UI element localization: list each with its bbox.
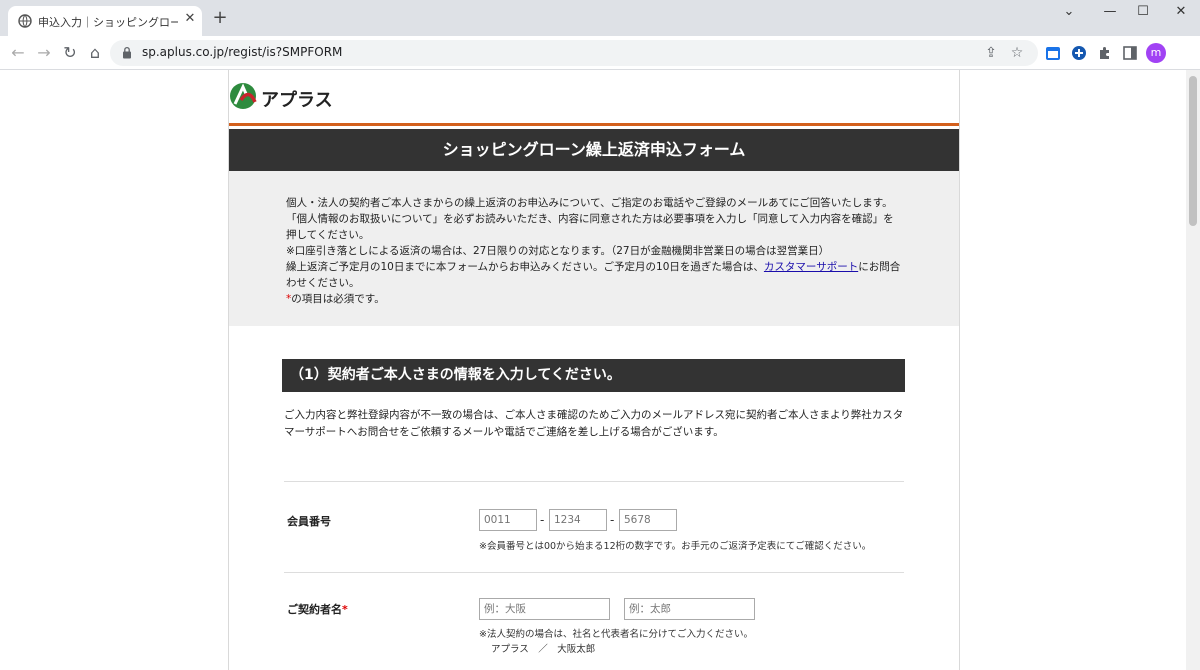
calendar-extension-icon[interactable]: [1044, 44, 1062, 62]
tab-close-icon[interactable]: ✕: [182, 11, 198, 27]
browser-toolbar: ← → ↻ ⌂ sp.aplus.co.jp/regist/is?SMPFORM…: [0, 36, 1200, 70]
member-number-input-3[interactable]: [619, 509, 677, 531]
member-number-label: 会員番号: [287, 515, 331, 528]
notice-text-segment: 繰上返済ご予定月の10日までに本フォームからお申込みください。ご予定月の10日を…: [286, 261, 764, 273]
contract-name-example: アプラス ／ 大阪太郎: [491, 644, 596, 655]
last-name-input[interactable]: [479, 598, 610, 620]
notice-line: ※口座引き落としによる返済の場合は、27日限りの対応となります。（27日が金融機…: [286, 245, 830, 257]
member-number-help: ※会員番号とは00から始まる12桁の数字です。お手元のご返済予定表にてご確認くだ…: [479, 541, 872, 552]
notice-line: 繰上返済ご予定月の10日までに本フォームからお申込みください。ご予定月の10日を…: [286, 259, 901, 291]
bookmark-star-icon[interactable]: ☆: [1008, 44, 1026, 62]
required-mark: *: [342, 603, 348, 616]
contract-name-help: ※法人契約の場合は、社名と代表者名に分けてご入力ください。: [479, 629, 753, 640]
notice-line: 個人・法人の契約者ご本人さまからの繰上返済のお申込みについて、ご指定のお電話やご…: [286, 197, 893, 209]
back-button[interactable]: ←: [8, 43, 28, 63]
separator: -: [540, 513, 545, 527]
brand-name: アプラス: [261, 90, 333, 111]
customer-support-link[interactable]: カスタマーサポート: [764, 261, 858, 273]
page-title: ショッピングローン繰上返済申込フォーム: [229, 129, 959, 171]
close-window-button[interactable]: ✕: [1166, 4, 1196, 22]
browser-titlebar: 申込入力｜ショッピングローン繰上返 ✕ + ⌄ — ☐ ✕: [0, 0, 1200, 36]
contract-name-label-text: ご契約者名: [287, 603, 342, 616]
url-text[interactable]: sp.aplus.co.jp/regist/is?SMPFORM: [142, 45, 342, 59]
home-button[interactable]: ⌂: [85, 43, 105, 63]
section-heading: （1）契約者ご本人さまの情報を入力してください。: [282, 359, 905, 392]
member-number-input-2[interactable]: [549, 509, 607, 531]
page-viewport: アプラス ショッピングローン繰上返済申込フォーム 個人・法人の契約者ご本人さまか…: [0, 70, 1186, 670]
section-note: ご入力内容と弊社登録内容が不一致の場合は、ご本人さま確認のためご入力のメールアド…: [284, 409, 904, 438]
notice-line: 「個人情報のお取扱いについて」を必ずお読みいただき、内容に同意された方は必要事項…: [286, 213, 894, 241]
side-panel-icon[interactable]: [1121, 44, 1139, 62]
new-tab-button[interactable]: +: [210, 9, 230, 29]
notice-text: 個人・法人の契約者ご本人さまからの繰上返済のお申込みについて、ご指定のお電話やご…: [286, 195, 901, 307]
address-bar[interactable]: sp.aplus.co.jp/regist/is?SMPFORM ⇪ ☆: [110, 40, 1038, 66]
contract-name-label: ご契約者名*: [287, 601, 348, 617]
required-legend: *の項目は必須です。: [286, 291, 901, 307]
tab-search-icon[interactable]: ⌄: [1054, 4, 1084, 22]
circle-extension-icon[interactable]: [1070, 44, 1088, 62]
tab-title: 申込入力｜ショッピングローン繰上返: [38, 16, 178, 29]
divider: [284, 481, 904, 482]
header: アプラス: [229, 70, 959, 126]
puzzle-extensions-icon[interactable]: [1096, 44, 1114, 62]
minimize-button[interactable]: —: [1095, 4, 1125, 22]
maximize-button[interactable]: ☐: [1128, 4, 1158, 22]
notice-box: 個人・法人の契約者ご本人さまからの繰上返済のお申込みについて、ご指定のお電話やご…: [229, 171, 959, 326]
form-page: アプラス ショッピングローン繰上返済申込フォーム 個人・法人の契約者ご本人さまか…: [228, 70, 960, 670]
required-legend-text: の項目は必須です。: [291, 293, 385, 305]
lock-icon[interactable]: [122, 46, 132, 59]
forward-button[interactable]: →: [34, 43, 54, 63]
profile-avatar[interactable]: m: [1146, 43, 1166, 63]
divider: [284, 572, 904, 573]
aplus-logo-icon: [230, 83, 257, 109]
member-number-input-1[interactable]: [479, 509, 537, 531]
scrollbar-thumb[interactable]: [1189, 76, 1197, 226]
share-icon[interactable]: ⇪: [982, 44, 1000, 62]
first-name-input[interactable]: [624, 598, 755, 620]
reload-button[interactable]: ↻: [60, 43, 80, 63]
globe-icon: [18, 14, 32, 28]
browser-tab[interactable]: 申込入力｜ショッピングローン繰上返 ✕: [8, 6, 202, 36]
separator: -: [610, 513, 615, 527]
page-scrollbar[interactable]: [1186, 70, 1200, 670]
